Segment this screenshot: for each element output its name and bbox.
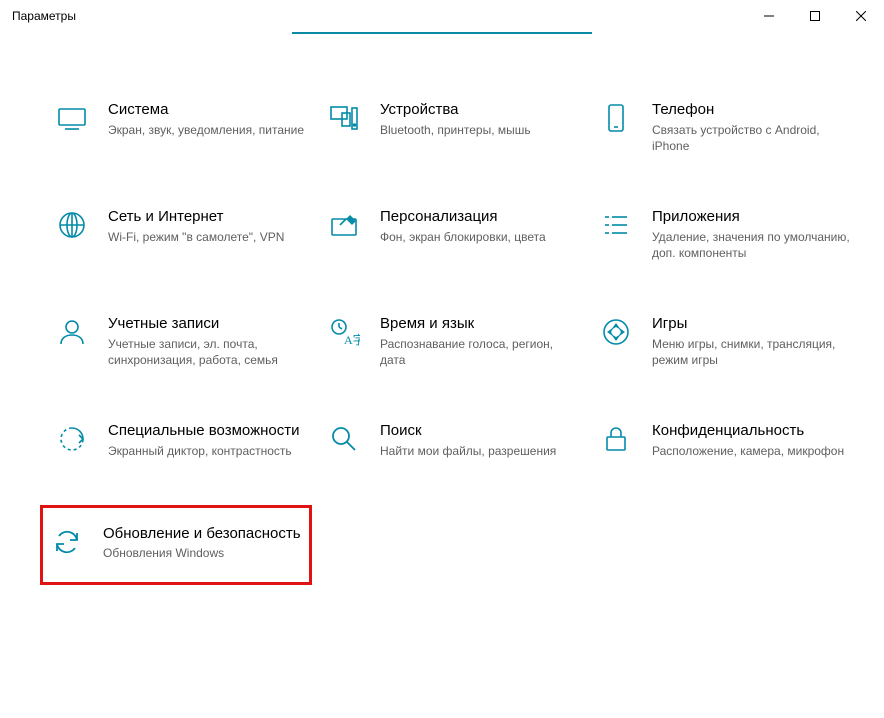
tile-network[interactable]: Сеть и Интернет Wi-Fi, режим "в самолете…	[50, 203, 312, 266]
tile-desc: Обновления Windows	[103, 545, 305, 562]
ease-of-access-icon	[54, 421, 90, 457]
tile-title: Время и язык	[380, 314, 580, 334]
devices-icon	[326, 100, 362, 136]
tile-privacy[interactable]: Конфиденциальность Расположение, камера,…	[594, 417, 856, 463]
tile-title: Система	[108, 100, 308, 120]
tile-title: Персонализация	[380, 207, 580, 227]
tile-title: Игры	[652, 314, 852, 334]
tile-desc: Удаление, значения по умолчанию, доп. ко…	[652, 229, 852, 263]
tile-title: Сеть и Интернет	[108, 207, 308, 227]
window-controls	[746, 0, 884, 32]
tile-phone[interactable]: Телефон Связать устройство с Android, iP…	[594, 96, 856, 159]
maximize-button[interactable]	[792, 0, 838, 32]
tile-desc: Учетные записи, эл. почта, синхронизация…	[108, 336, 308, 370]
minimize-button[interactable]	[746, 0, 792, 32]
settings-grid: Система Экран, звук, уведомления, питани…	[0, 34, 884, 615]
tile-apps[interactable]: Приложения Удаление, значения по умолчан…	[594, 203, 856, 266]
privacy-icon	[598, 421, 634, 457]
tile-time-language[interactable]: A字 Время и язык Распознавание голоса, ре…	[322, 310, 584, 373]
tile-desc: Связать устройство с Android, iPhone	[652, 122, 852, 156]
tile-desc: Расположение, камера, микрофон	[652, 443, 852, 460]
tile-title: Специальные возможности	[108, 421, 308, 441]
svg-text:A字: A字	[344, 332, 360, 347]
tile-desc: Найти мои файлы, разрешения	[380, 443, 580, 460]
tile-gaming[interactable]: Игры Меню игры, снимки, трансляция, режи…	[594, 310, 856, 373]
phone-icon	[598, 100, 634, 136]
network-icon	[54, 207, 90, 243]
tile-title: Устройства	[380, 100, 580, 120]
tile-title: Конфиденциальность	[652, 421, 852, 441]
tile-title: Поиск	[380, 421, 580, 441]
tile-personalization[interactable]: Персонализация Фон, экран блокировки, цв…	[322, 203, 584, 266]
tile-desc: Bluetooth, принтеры, мышь	[380, 122, 580, 139]
tile-search[interactable]: Поиск Найти мои файлы, разрешения	[322, 417, 584, 463]
tile-update-security[interactable]: Обновление и безопасность Обновления Win…	[40, 505, 312, 585]
tile-desc: Фон, экран блокировки, цвета	[380, 229, 580, 246]
tile-system[interactable]: Система Экран, звук, уведомления, питани…	[50, 96, 312, 159]
system-icon	[54, 100, 90, 136]
tile-accounts[interactable]: Учетные записи Учетные записи, эл. почта…	[50, 310, 312, 373]
tile-ease-of-access[interactable]: Специальные возможности Экранный диктор,…	[50, 417, 312, 463]
tile-devices[interactable]: Устройства Bluetooth, принтеры, мышь	[322, 96, 584, 159]
tile-desc: Распознавание голоса, регион, дата	[380, 336, 580, 370]
tile-desc: Экранный диктор, контрастность	[108, 443, 308, 460]
gaming-icon	[598, 314, 634, 350]
apps-icon	[598, 207, 634, 243]
tile-desc: Экран, звук, уведомления, питание	[108, 122, 308, 139]
close-button[interactable]	[838, 0, 884, 32]
time-language-icon: A字	[326, 314, 362, 350]
tile-title: Телефон	[652, 100, 852, 120]
tile-title: Учетные записи	[108, 314, 308, 334]
tile-desc: Wi-Fi, режим "в самолете", VPN	[108, 229, 308, 246]
tile-title: Обновление и безопасность	[103, 524, 305, 544]
update-icon	[49, 524, 85, 560]
tile-title: Приложения	[652, 207, 852, 227]
accounts-icon	[54, 314, 90, 350]
search-icon	[326, 421, 362, 457]
window-title: Параметры	[12, 9, 76, 23]
tile-desc: Меню игры, снимки, трансляция, режим игр…	[652, 336, 852, 370]
personalization-icon	[326, 207, 362, 243]
